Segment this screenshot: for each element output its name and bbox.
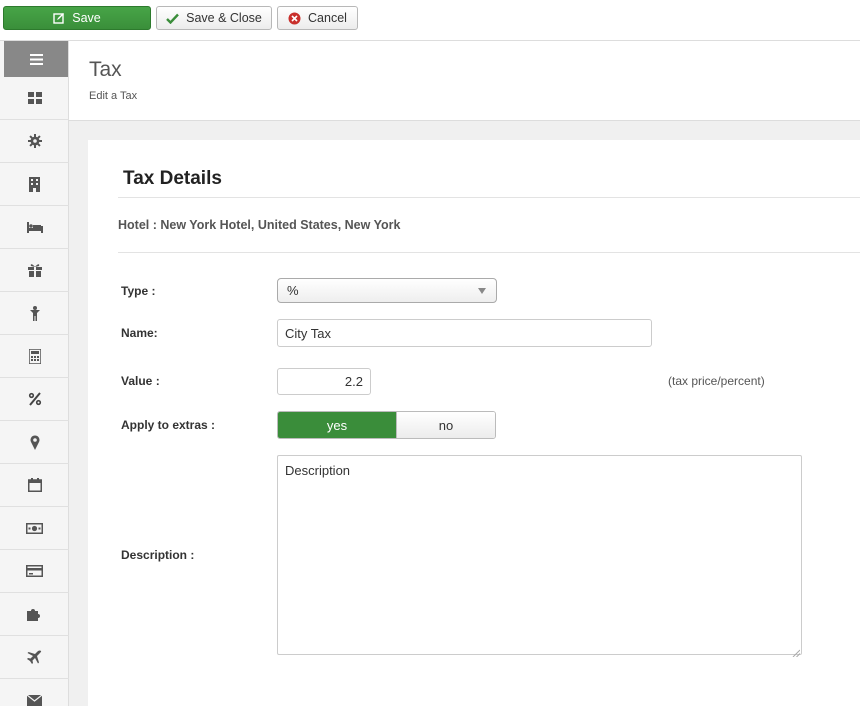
cancel-button-label: Cancel (308, 11, 347, 25)
section-title: Tax Details (123, 168, 222, 189)
gear-icon (27, 134, 42, 148)
menu-icon (29, 53, 43, 65)
page-subtitle: Edit a Tax (89, 90, 138, 102)
description-textarea[interactable]: Description (277, 455, 802, 655)
sidebar-item-calendar[interactable] (0, 464, 69, 507)
check-icon (166, 13, 180, 24)
apply-extras-no-button[interactable]: no (396, 412, 495, 438)
cancel-circle-icon (288, 12, 301, 25)
sidebar-item-rooms[interactable] (0, 206, 69, 249)
sidebar-item-taxes[interactable] (0, 378, 69, 421)
divider (118, 252, 860, 253)
value-input[interactable] (277, 368, 371, 395)
location-pin-icon (30, 434, 40, 450)
page-header: Tax Edit a Tax (69, 41, 860, 121)
apply-extras-label: Apply to extras : (121, 418, 216, 432)
sidebar-item-rates[interactable] (0, 335, 69, 378)
building-icon (29, 176, 40, 192)
divider (118, 197, 860, 198)
toolbar: Save Save & Close Cancel (0, 0, 860, 41)
puzzle-icon (27, 607, 42, 621)
sidebar-item-locations[interactable] (0, 421, 69, 464)
apply-extras-yes-button[interactable]: yes (278, 412, 396, 438)
dashboard-icon (27, 92, 42, 104)
sidebar-item-payments[interactable] (0, 507, 69, 550)
hotel-info: Hotel : New York Hotel, United States, N… (118, 218, 401, 232)
edit-icon (53, 12, 65, 24)
percent-icon (28, 392, 42, 406)
apply-extras-toggle: yes no (277, 411, 496, 439)
person-icon (29, 305, 41, 321)
sidebar-item-extras[interactable] (0, 249, 69, 292)
save-button[interactable]: Save (3, 6, 151, 30)
cancel-button[interactable]: Cancel (277, 6, 358, 30)
money-icon (26, 522, 43, 534)
sidebar-toggle-button[interactable] (4, 41, 68, 77)
resize-grip-icon[interactable] (792, 645, 801, 658)
sidebar-item-cards[interactable] (0, 550, 69, 593)
description-label: Description : (121, 548, 195, 562)
sidebar-item-guests[interactable] (0, 292, 69, 335)
name-label: Name: (121, 326, 158, 340)
caret-down-icon (478, 288, 486, 294)
sidebar (0, 41, 69, 706)
calendar-icon (27, 478, 42, 492)
save-close-button[interactable]: Save & Close (156, 6, 272, 30)
value-label: Value : (121, 374, 160, 388)
sidebar-item-plugins[interactable] (0, 593, 69, 636)
tax-details-panel: Tax Details Hotel : New York Hotel, Unit… (88, 140, 860, 706)
calculator-icon (28, 348, 41, 364)
sidebar-item-dashboard[interactable] (0, 77, 69, 120)
save-button-label: Save (72, 11, 101, 25)
save-close-button-label: Save & Close (186, 11, 262, 25)
gift-icon (27, 263, 42, 277)
value-hint: (tax price/percent) (668, 374, 765, 388)
name-input[interactable] (277, 319, 652, 347)
sidebar-item-messages[interactable] (0, 679, 69, 706)
type-label: Type : (121, 284, 156, 298)
bed-icon (26, 221, 43, 233)
type-select[interactable]: % (277, 278, 497, 303)
plane-icon (27, 649, 42, 665)
envelope-icon (27, 694, 42, 706)
type-select-value: % (287, 283, 299, 298)
credit-card-icon (26, 565, 43, 577)
sidebar-item-settings[interactable] (0, 120, 69, 163)
page-title: Tax (89, 58, 122, 81)
sidebar-item-flights[interactable] (0, 636, 69, 679)
sidebar-item-hotels[interactable] (0, 163, 69, 206)
